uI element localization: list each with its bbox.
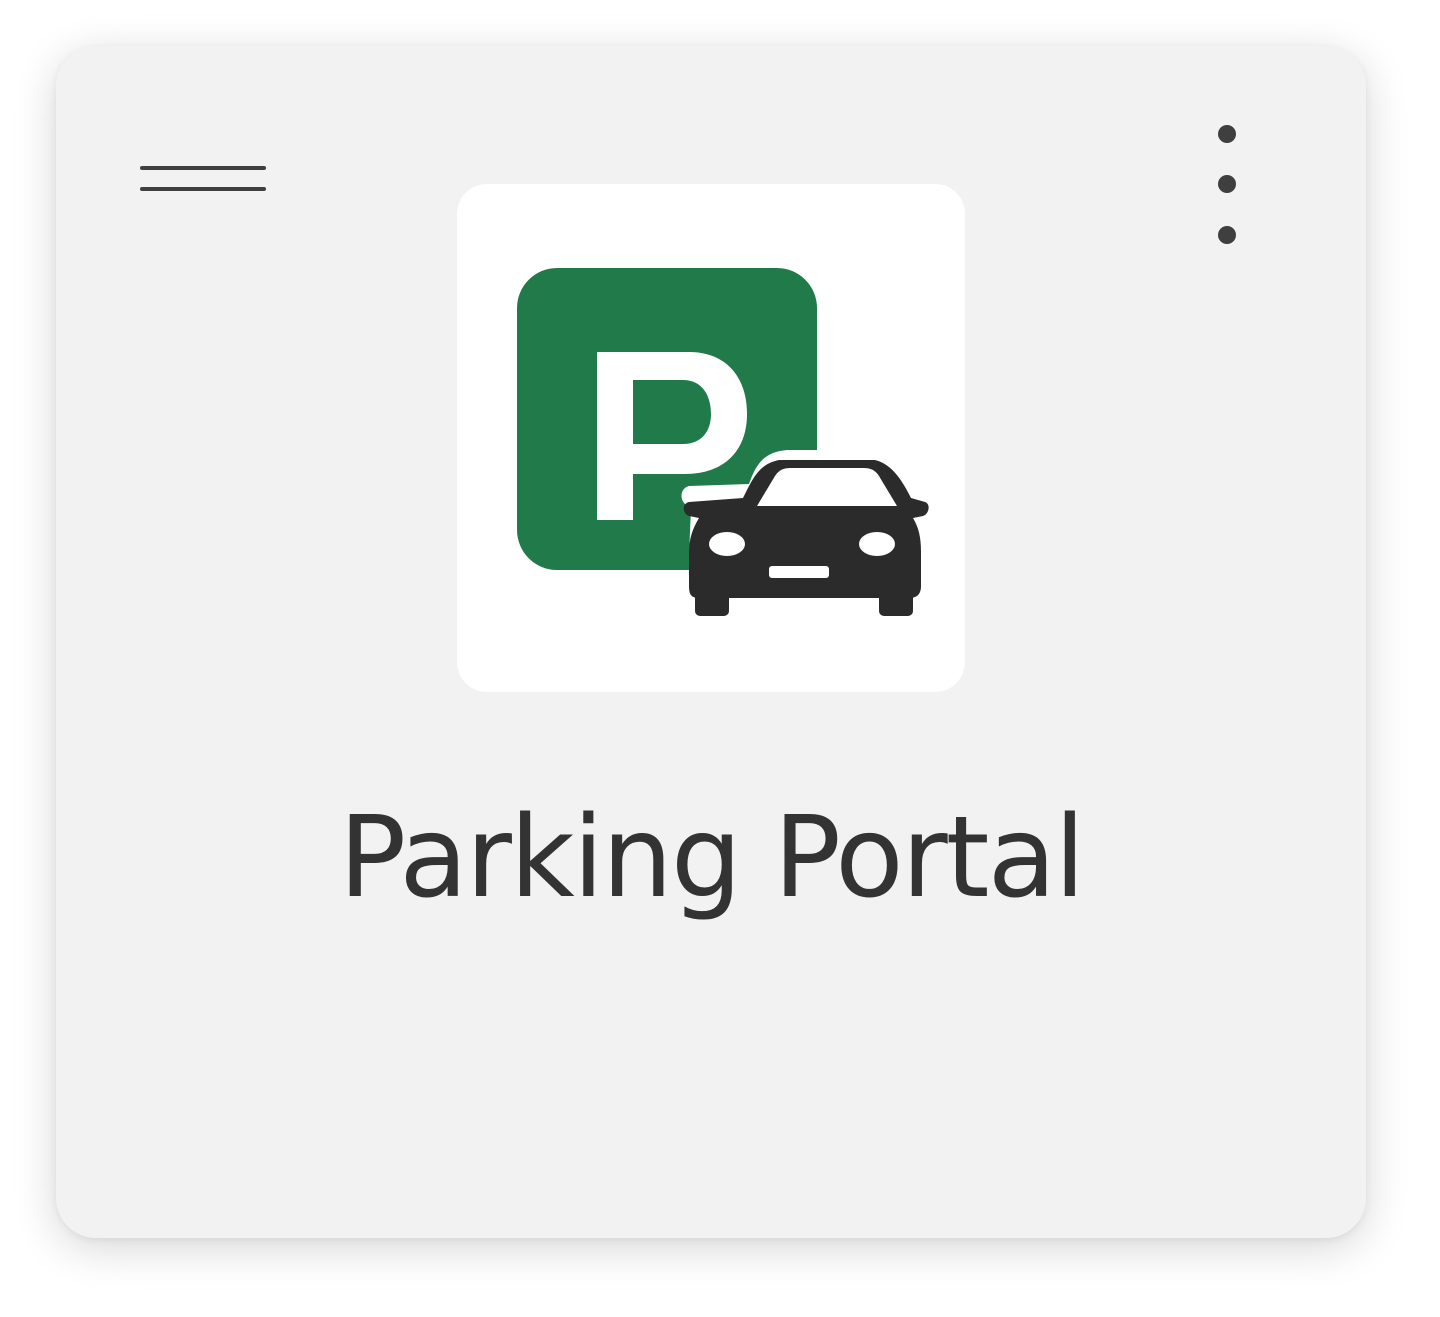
app-name-label: Parking Portal (338, 793, 1086, 923)
more-vertical-icon-dot (1218, 226, 1236, 244)
app-tile[interactable]: Parking Portal (56, 46, 1366, 1238)
more-options-button[interactable] (1198, 118, 1258, 248)
drag-handle-bar (140, 166, 266, 170)
app-icon-card (457, 184, 965, 692)
more-vertical-icon-dot (1218, 125, 1236, 143)
drag-handle-icon[interactable] (140, 162, 268, 196)
more-vertical-icon-dot (1218, 175, 1236, 193)
parking-portal-icon (517, 268, 929, 616)
drag-handle-bar (140, 187, 266, 191)
